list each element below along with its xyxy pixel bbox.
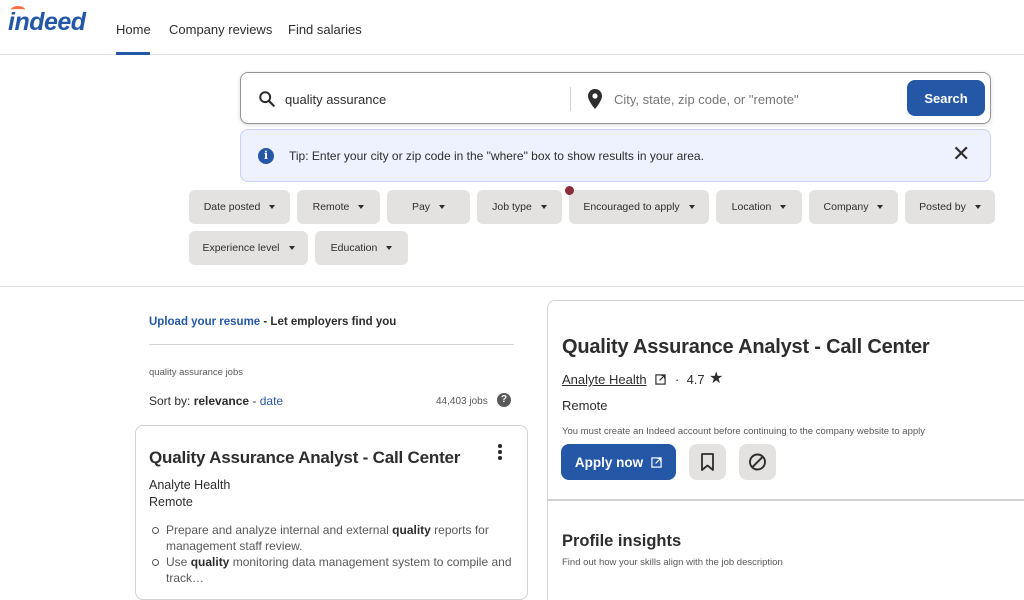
apply-now-label: Apply now — [574, 454, 644, 470]
filter-company[interactable]: Company — [809, 190, 898, 224]
top-header: indeed Home Company reviews Find salarie… — [0, 0, 1024, 55]
filter-label: Job type — [492, 201, 532, 213]
filter-job-type[interactable]: Job type — [477, 190, 562, 224]
snippet-bullet: Prepare and analyze internal and externa… — [152, 522, 531, 554]
job-count: 44,403 jobs — [436, 396, 488, 407]
job-detail-title: Quality Assurance Analyst - Call Center — [562, 336, 930, 358]
info-icon: i — [258, 148, 274, 164]
filter-location[interactable]: Location — [716, 190, 802, 224]
save-job-button[interactable] — [689, 444, 726, 480]
sort-date-link[interactable]: date — [260, 394, 283, 408]
filter-label: Experience level — [202, 242, 280, 254]
upload-resume-banner: Upload your resume - Let employers find … — [149, 316, 396, 328]
nav-find-salaries[interactable]: Find salaries — [288, 22, 362, 37]
caret-down-icon — [540, 205, 547, 209]
external-link-icon — [651, 456, 662, 468]
upload-resume-text: - Let employers find you — [260, 316, 397, 328]
job-detail-location: Remote — [562, 398, 608, 413]
snippet-text: Prepare and analyze internal and externa… — [166, 523, 393, 537]
rating-value: 4.7 — [686, 372, 705, 387]
job-card-title[interactable]: Quality Assurance Analyst - Call Center — [149, 448, 460, 468]
upload-resume-link[interactable]: Upload your resume — [149, 316, 260, 328]
filter-remote[interactable]: Remote — [297, 190, 380, 224]
indeed-logo[interactable]: indeed — [8, 6, 86, 37]
filter-label: Date posted — [203, 201, 261, 213]
caret-down-icon — [439, 205, 446, 209]
caret-down-icon — [386, 246, 393, 250]
star-icon: ★ — [709, 370, 724, 387]
snippet-text: Use — [166, 555, 191, 569]
nav-active-underline — [116, 52, 150, 55]
close-icon[interactable]: ✕ — [952, 143, 970, 165]
search-icon — [259, 91, 275, 107]
search-bar: quality assurance City, state, zip code,… — [240, 72, 991, 124]
filter-label: Pay — [411, 201, 431, 213]
caret-down-icon — [974, 205, 981, 209]
job-detail-company-link[interactable]: Analyte Health — [562, 372, 647, 387]
divider — [149, 344, 514, 345]
company-rating: · 4.7 — [675, 372, 705, 387]
job-card-snippet: Prepare and analyze internal and externa… — [152, 522, 531, 586]
sort-relevance: relevance — [193, 394, 250, 408]
not-interested-button[interactable] — [739, 444, 776, 480]
nav-company-reviews[interactable]: Company reviews — [169, 22, 272, 37]
caret-down-icon — [688, 205, 695, 209]
block-icon — [749, 453, 766, 471]
filter-education[interactable]: Education — [315, 231, 408, 265]
section-divider — [0, 286, 1024, 287]
filter-pay[interactable]: Pay — [387, 190, 470, 224]
filter-label: Remote — [312, 201, 350, 213]
profile-insights-title: Profile insights — [562, 532, 682, 550]
apply-now-button[interactable]: Apply now — [561, 444, 676, 480]
snippet-bullet: Use quality monitoring data management s… — [152, 554, 531, 586]
location-pin-icon — [588, 89, 602, 109]
caret-down-icon — [358, 205, 365, 209]
caret-down-icon — [877, 205, 884, 209]
bookmark-icon — [701, 453, 714, 471]
profile-insights-subtitle: Find out how your skills align with the … — [562, 557, 783, 568]
snippet-highlight: quality — [190, 555, 230, 569]
job-card[interactable]: Quality Assurance Analyst - Call Center … — [135, 425, 528, 600]
caret-down-icon — [269, 205, 276, 209]
nav-home[interactable]: Home — [116, 22, 151, 37]
logo-arc — [11, 6, 25, 14]
sort-prefix: Sort by: — [149, 394, 194, 408]
search-divider — [570, 87, 571, 111]
filter-encouraged-to-apply[interactable]: Encouraged to apply — [569, 190, 709, 224]
filter-label: Posted by — [919, 201, 966, 213]
tip-text: Tip: Enter your city or zip code in the … — [289, 149, 704, 163]
caret-down-icon — [780, 205, 787, 209]
panel-divider — [547, 500, 1024, 501]
filter-label: Location — [731, 201, 772, 213]
sort-separator: - — [249, 394, 260, 408]
where-input[interactable]: City, state, zip code, or "remote" — [614, 92, 799, 107]
what-input[interactable]: quality assurance — [285, 92, 386, 107]
help-icon[interactable]: ? — [497, 393, 511, 407]
snippet-highlight: quality — [392, 523, 431, 537]
jobs-label: quality assurance jobs — [149, 367, 243, 378]
filter-label: Company — [823, 201, 869, 213]
caret-down-icon — [288, 246, 295, 250]
account-note: You must create an Indeed account before… — [562, 426, 925, 437]
more-options-icon[interactable] — [494, 444, 506, 464]
filter-label: Education — [330, 242, 378, 254]
job-card-location: Remote — [149, 495, 193, 509]
tip-banner: i Tip: Enter your city or zip code in th… — [240, 129, 991, 182]
rating-separator: · — [675, 372, 680, 387]
filter-label: Encouraged to apply — [583, 201, 680, 213]
job-card-company: Analyte Health — [149, 478, 231, 492]
external-link-icon — [655, 374, 666, 385]
new-indicator-dot — [565, 186, 574, 195]
filter-posted-by[interactable]: Posted by — [905, 190, 995, 224]
filter-date-posted[interactable]: Date posted — [189, 190, 290, 224]
sort-by: Sort by: relevance - date — [149, 394, 283, 408]
filter-experience-level[interactable]: Experience level — [189, 231, 308, 265]
search-button[interactable]: Search — [907, 80, 985, 116]
